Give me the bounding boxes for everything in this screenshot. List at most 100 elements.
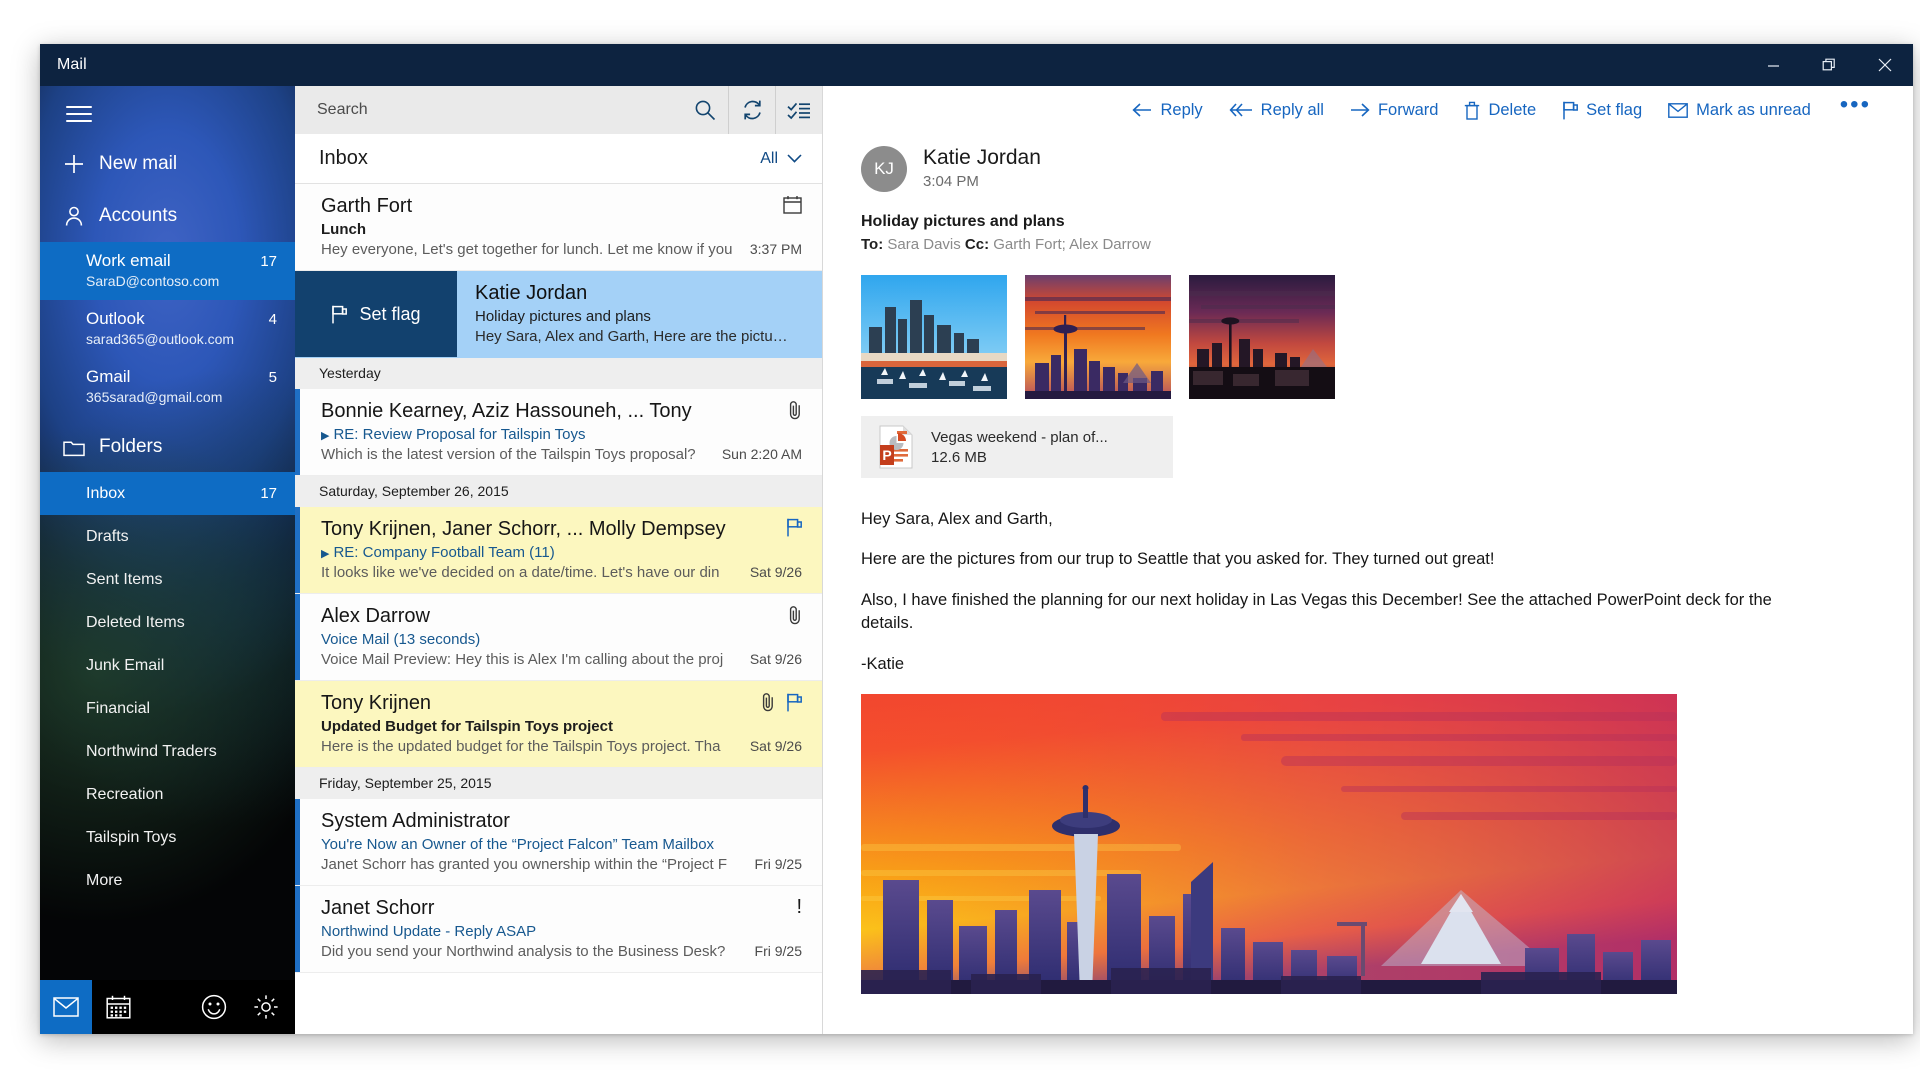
sidebar-folder-tailspin-toys[interactable]: Tailspin Toys bbox=[40, 816, 295, 859]
message-content: Tony Krijnen, Janer Schorr, ... Molly De… bbox=[295, 507, 822, 593]
message-preview: Voice Mail Preview: Hey this is Alex I'm… bbox=[321, 651, 738, 668]
reading-pane-toolbar: Reply Reply all Forward Delete Set flag … bbox=[823, 86, 1913, 134]
toolbar-delete-button[interactable]: Delete bbox=[1451, 93, 1549, 127]
accounts-button[interactable]: Accounts bbox=[40, 190, 295, 242]
message-preview: It looks like we've decided on a date/ti… bbox=[321, 564, 738, 581]
selection-mode-icon[interactable] bbox=[775, 86, 822, 134]
toolbar-reply-button[interactable]: Reply bbox=[1119, 93, 1215, 127]
avatar: KJ bbox=[861, 146, 907, 192]
flag-icon bbox=[1562, 101, 1578, 120]
toolbar-mark-as-unread-button[interactable]: Mark as unread bbox=[1655, 93, 1824, 127]
message-content: Tony Krijnen Updated Budget for Tailspin… bbox=[295, 681, 822, 767]
folder-name: Junk Email bbox=[86, 657, 277, 675]
folder-title: Inbox bbox=[319, 147, 760, 170]
message-recipients: To: Sara Davis Cc: Garth Fort; Alex Darr… bbox=[861, 236, 1879, 253]
sidebar-folder-deleted-items[interactable]: Deleted Items bbox=[40, 601, 295, 644]
powerpoint-icon: P bbox=[877, 425, 915, 469]
seattle-waterfront-thumbnail[interactable] bbox=[861, 275, 1007, 399]
folder-name: Northwind Traders bbox=[86, 743, 277, 761]
settings-icon[interactable] bbox=[240, 980, 292, 1034]
toolbar-set-flag-button[interactable]: Set flag bbox=[1549, 93, 1655, 127]
search-input[interactable] bbox=[317, 101, 681, 119]
message-top-row: Tony Krijnen, Janer Schorr, ... Molly De… bbox=[321, 518, 802, 541]
message-list-item[interactable]: Alex Darrow Voice Mail (13 seconds) Voic… bbox=[295, 594, 822, 681]
sidebar-folder-inbox[interactable]: Inbox 17 bbox=[40, 472, 295, 515]
search-input-wrapper bbox=[295, 101, 681, 119]
sidebar-folder-recreation[interactable]: Recreation bbox=[40, 773, 295, 816]
message-list-item[interactable]: Tony Krijnen Updated Budget for Tailspin… bbox=[295, 681, 822, 768]
accounts-label: Accounts bbox=[99, 205, 177, 227]
plus-icon bbox=[63, 153, 99, 175]
sidebar-folder-more[interactable]: More bbox=[40, 859, 295, 902]
restore-button[interactable] bbox=[1801, 44, 1857, 86]
new-mail-label: New mail bbox=[99, 153, 177, 175]
search-icon[interactable] bbox=[681, 86, 728, 134]
sidebar-folder-junk-email[interactable]: Junk Email bbox=[40, 644, 295, 687]
message-list-scroll[interactable]: Garth Fort Lunch Hey everyone, Let's get… bbox=[295, 184, 822, 1034]
message-bottom-row: Hey Sara, Alex and Garth, Here are the p… bbox=[475, 328, 802, 345]
message-list-item[interactable]: Tony Krijnen, Janer Schorr, ... Molly De… bbox=[295, 507, 822, 594]
message-list-item[interactable]: Garth Fort Lunch Hey everyone, Let's get… bbox=[295, 184, 822, 271]
file-attachment-card[interactable]: P Vegas weekend - plan of... 12.6 MB bbox=[861, 416, 1173, 478]
feedback-icon[interactable] bbox=[188, 980, 240, 1034]
message-list-item[interactable]: Set flag Katie Jordan Holiday pictures a… bbox=[295, 271, 822, 358]
toolbar-reply-all-button[interactable]: Reply all bbox=[1216, 93, 1337, 127]
message-top-row: Alex Darrow bbox=[321, 605, 802, 628]
sidebar-folder-sent-items[interactable]: Sent Items bbox=[40, 558, 295, 601]
swipe-set-flag-action[interactable]: Set flag bbox=[295, 271, 457, 357]
sidebar-folder-drafts[interactable]: Drafts bbox=[40, 515, 295, 558]
toolbar-forward-button[interactable]: Forward bbox=[1337, 93, 1452, 127]
close-button[interactable] bbox=[1857, 44, 1913, 86]
seattle-dusk-skyline-thumbnail[interactable] bbox=[1189, 275, 1335, 399]
message-subject: ▶RE: Company Football Team (11) bbox=[321, 544, 802, 561]
body-paragraph: Also, I have finished the planning for o… bbox=[861, 589, 1821, 636]
toolbar-more-button[interactable]: ••• bbox=[1824, 91, 1883, 129]
attachment-icon bbox=[761, 692, 775, 712]
accounts-list: Work email 17 SaraD@contoso.com Outlook … bbox=[40, 242, 295, 416]
new-mail-button[interactable]: New mail bbox=[40, 138, 295, 190]
expand-caret-icon[interactable]: ▶ bbox=[321, 548, 329, 560]
account-email: SaraD@contoso.com bbox=[86, 273, 277, 289]
account-email: 365sarad@gmail.com bbox=[86, 389, 277, 405]
message-content: Katie Jordan Holiday pictures and plans … bbox=[457, 271, 822, 357]
body-paragraph: Hey Sara, Alex and Garth, bbox=[861, 508, 1821, 531]
title-bar: Mail bbox=[40, 44, 1913, 86]
sidebar-folder-northwind-traders[interactable]: Northwind Traders bbox=[40, 730, 295, 773]
message-sender: Tony Krijnen, Janer Schorr, ... Molly De… bbox=[321, 518, 776, 541]
message-sender: Bonnie Kearney, Aziz Hassouneh, ... Tony bbox=[321, 400, 778, 423]
message-top-row: Katie Jordan bbox=[475, 282, 802, 305]
to-label: To: bbox=[861, 236, 883, 253]
message-bottom-row: Hey everyone, Let's get together for lun… bbox=[321, 241, 802, 258]
hamburger-icon bbox=[66, 101, 92, 127]
message-content: Garth Fort Lunch Hey everyone, Let's get… bbox=[295, 184, 822, 270]
space-needle-sunset-thumbnail[interactable] bbox=[1025, 275, 1171, 399]
mail-icon[interactable] bbox=[40, 980, 92, 1034]
folders-header[interactable]: Folders bbox=[40, 422, 295, 472]
hamburger-menu-button[interactable] bbox=[40, 90, 295, 138]
message-preview: Hey everyone, Let's get together for lun… bbox=[321, 241, 738, 258]
filter-dropdown[interactable]: All bbox=[760, 150, 802, 168]
message-bottom-row: It looks like we've decided on a date/ti… bbox=[321, 564, 802, 581]
account-row: Work email 17 bbox=[86, 251, 277, 271]
sidebar-folder-financial[interactable]: Financial bbox=[40, 687, 295, 730]
expand-caret-icon[interactable]: ▶ bbox=[321, 430, 329, 442]
reply-all-icon bbox=[1229, 102, 1253, 118]
sync-icon[interactable] bbox=[728, 86, 775, 134]
sidebar-account-0[interactable]: Work email 17 SaraD@contoso.com bbox=[40, 242, 295, 300]
sidebar-account-1[interactable]: Outlook 4 sarad365@outlook.com bbox=[40, 300, 295, 358]
to-value: Sara Davis bbox=[887, 236, 960, 253]
message-list-item[interactable]: System Administrator You're Now an Owner… bbox=[295, 799, 822, 886]
account-name: Outlook bbox=[86, 309, 261, 329]
minimize-button[interactable] bbox=[1745, 44, 1801, 86]
folder-count: 17 bbox=[260, 485, 277, 502]
message-list-item[interactable]: Janet Schorr ! Northwind Update - Reply … bbox=[295, 886, 822, 973]
account-name: Gmail bbox=[86, 367, 261, 387]
message-sender: System Administrator bbox=[321, 810, 792, 833]
calendar-icon[interactable] bbox=[92, 980, 144, 1034]
message-list-item[interactable]: Bonnie Kearney, Aziz Hassouneh, ... Tony… bbox=[295, 389, 822, 476]
message-top-row: Garth Fort bbox=[321, 195, 802, 218]
folders-list: Inbox 17 Drafts Sent Items Deleted Items… bbox=[40, 472, 295, 902]
attachment-icon bbox=[788, 400, 802, 420]
sidebar-account-2[interactable]: Gmail 5 365sarad@gmail.com bbox=[40, 358, 295, 416]
seattle-sunset-panorama[interactable] bbox=[861, 694, 1677, 994]
